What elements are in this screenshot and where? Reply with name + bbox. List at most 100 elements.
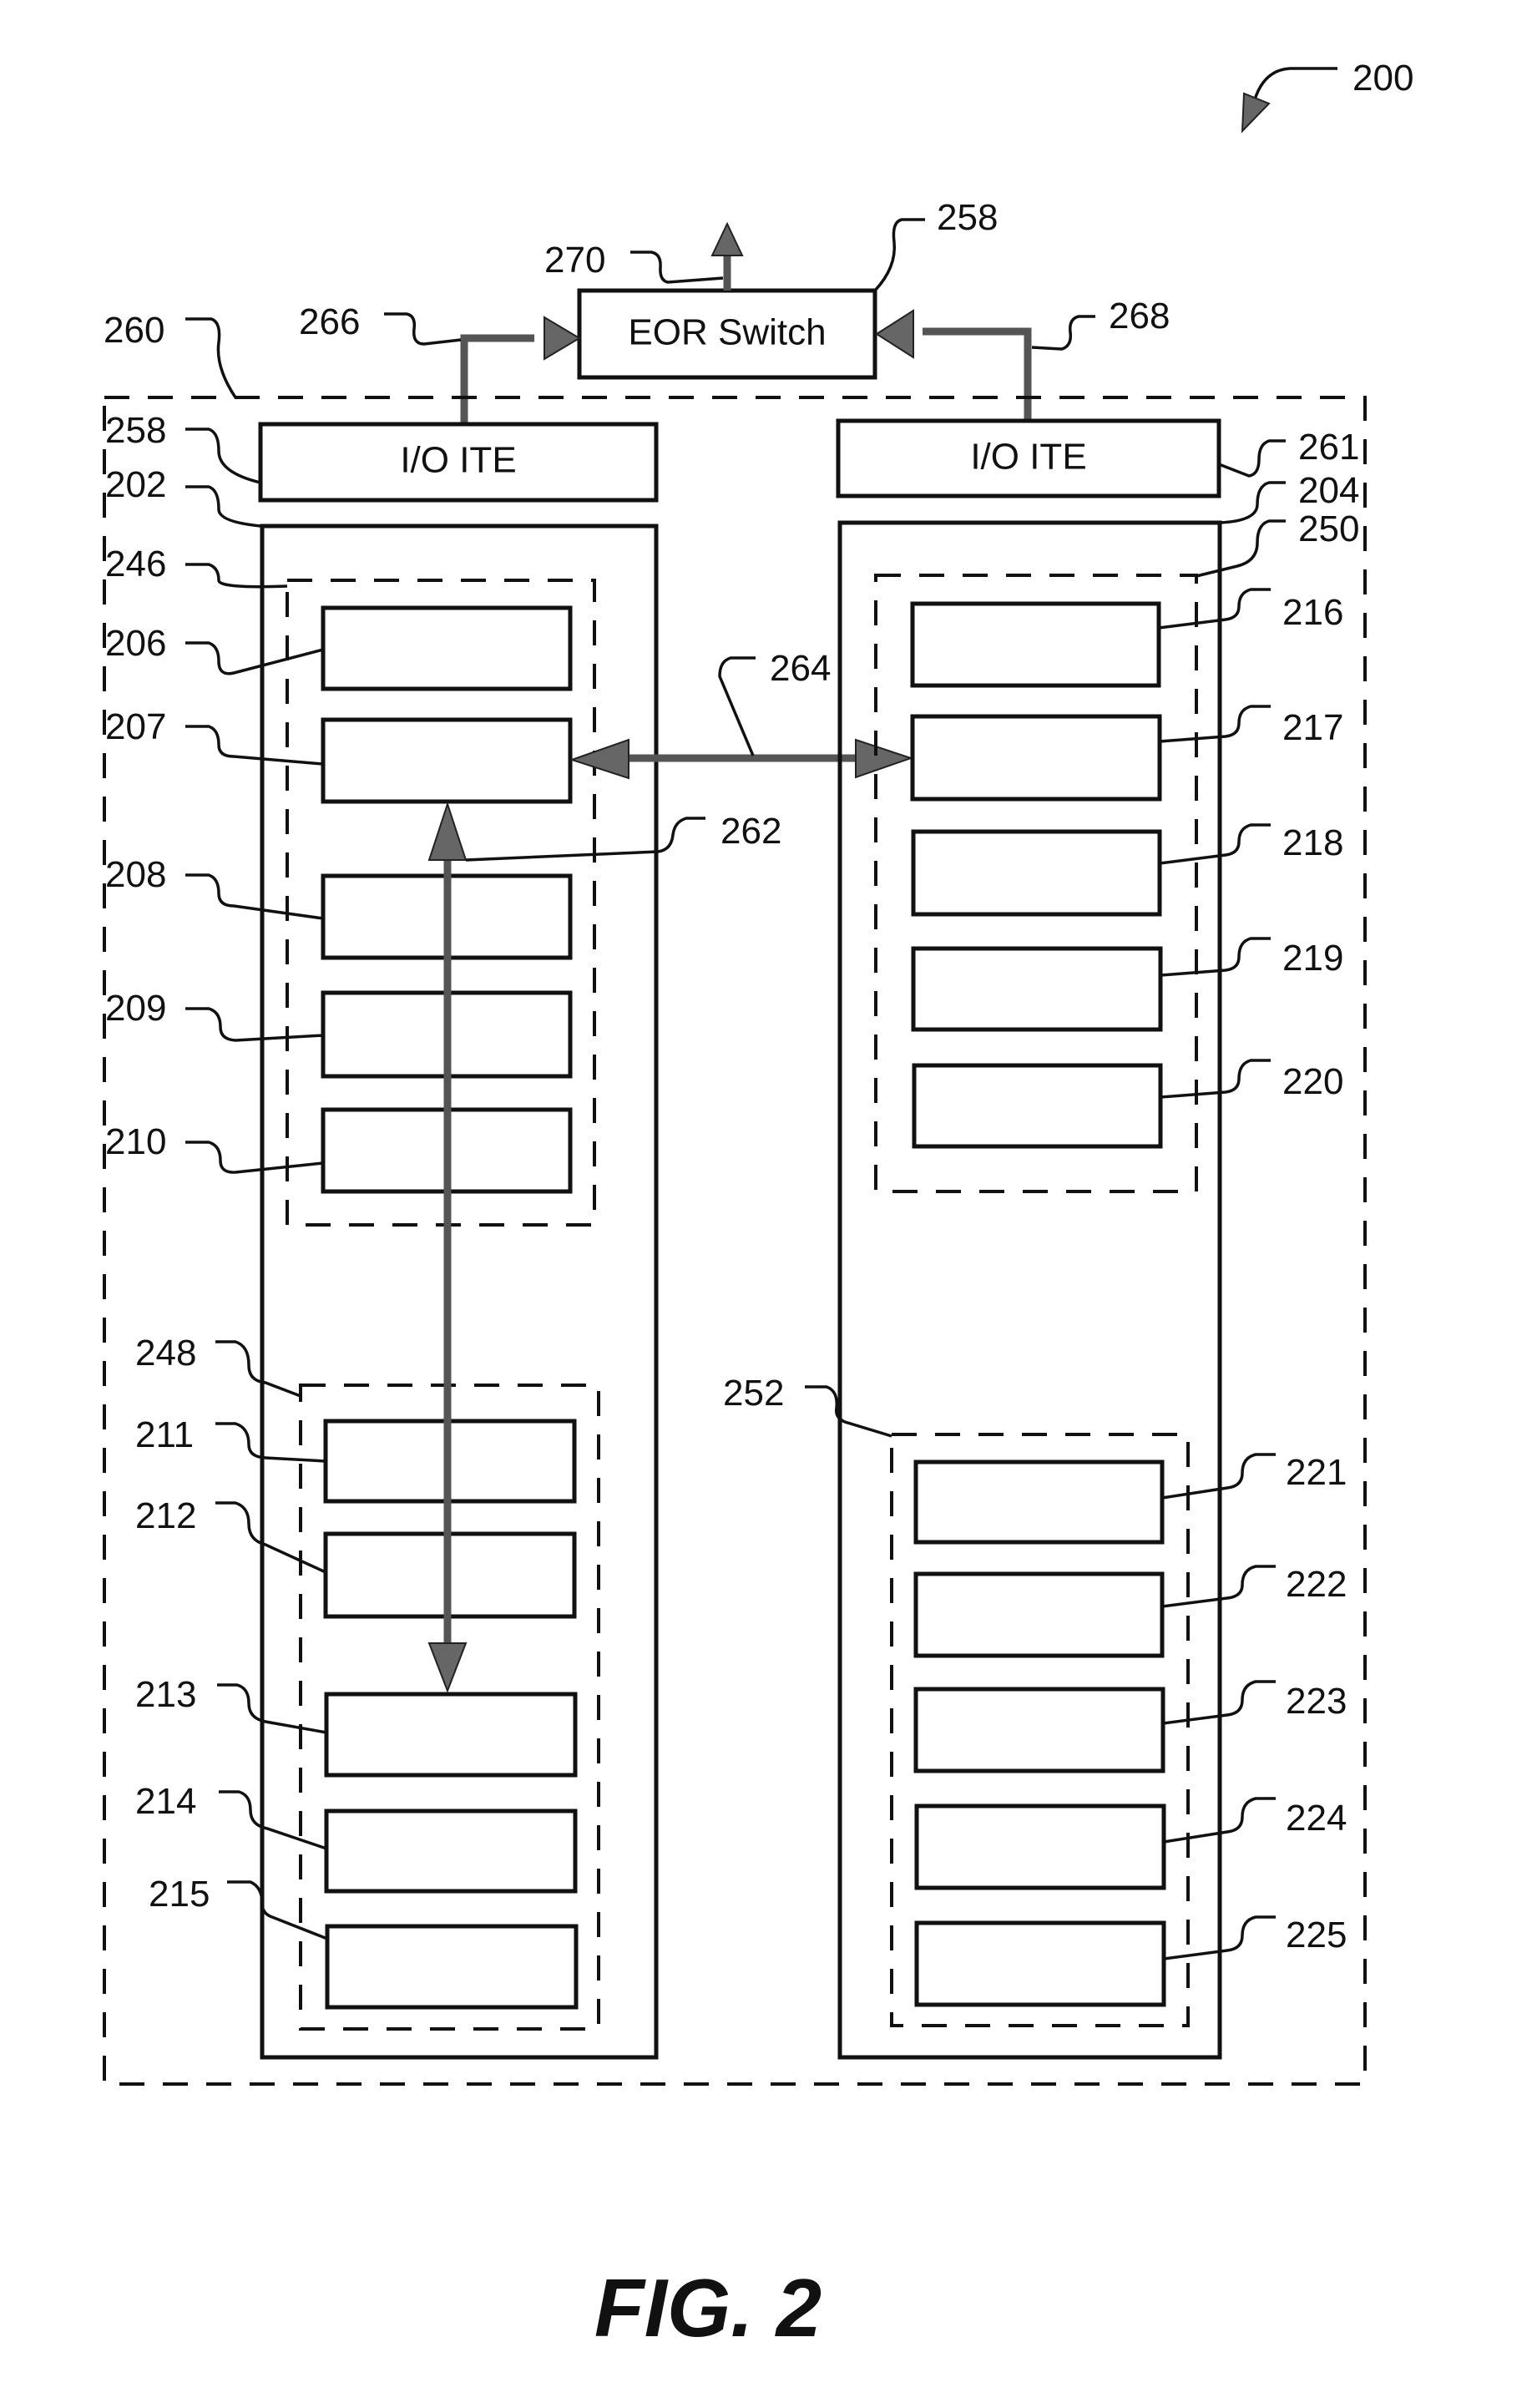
unit-223[interactable] bbox=[913, 1687, 1165, 1773]
unit-216-ref: 216 bbox=[1282, 592, 1343, 633]
unit-219-ref: 219 bbox=[1282, 938, 1343, 979]
unit-218[interactable] bbox=[911, 829, 1162, 917]
eor-switch-label: EOR Switch bbox=[628, 312, 826, 353]
patent-figure-canvas: 200 EOR Switch 258 270 266 268 260 I/O I… bbox=[103, 58, 1413, 2354]
right-group-250-ref: 250 bbox=[1298, 508, 1359, 549]
unit-216-leader bbox=[1158, 588, 1271, 630]
unit-214-ref: 214 bbox=[135, 1781, 196, 1822]
right-io-ite-ref: 261 bbox=[1298, 427, 1359, 468]
eor-switch[interactable]: EOR Switch bbox=[577, 288, 877, 380]
unit-207-leader bbox=[185, 725, 324, 766]
unit-210-ref: 210 bbox=[105, 1121, 166, 1162]
left-group-246-ref: 246 bbox=[105, 544, 166, 584]
uplink-ref-leader bbox=[630, 250, 724, 284]
unit-222[interactable] bbox=[913, 1571, 1165, 1658]
unit-209-ref: 209 bbox=[105, 988, 166, 1029]
unit-224[interactable] bbox=[914, 1803, 1166, 1890]
figure-ref-label: 200 bbox=[1352, 58, 1413, 99]
inter-rack-arrow-left-icon bbox=[569, 738, 629, 780]
left-group-248-ref-leader bbox=[215, 1340, 301, 1398]
left-uplink-ref-leader bbox=[384, 312, 462, 346]
container-ref-leader bbox=[185, 317, 237, 398]
figure-ref-arrow-icon bbox=[1241, 92, 1271, 134]
unit-211-leader bbox=[215, 1422, 326, 1463]
unit-215-leader bbox=[227, 1880, 328, 1940]
eor-switch-ref: 258 bbox=[937, 197, 998, 238]
intra-rack-ref: 262 bbox=[720, 811, 781, 852]
unit-208-leader bbox=[185, 873, 324, 920]
left-rack: I/O ITE 258 202 246 206 207 208 209 210 … bbox=[105, 410, 659, 2060]
unit-220[interactable] bbox=[912, 1063, 1163, 1149]
left-io-ite-label: I/O ITE bbox=[400, 440, 516, 481]
left-uplink-arrow-icon bbox=[544, 316, 581, 361]
left-io-ite-ref: 258 bbox=[105, 410, 166, 451]
inter-rack-ref-leader bbox=[718, 656, 756, 756]
right-uplink-arrow-icon bbox=[875, 309, 914, 359]
unit-225-ref: 225 bbox=[1286, 1915, 1347, 1955]
unit-219-leader bbox=[1160, 937, 1271, 977]
unit-213-ref: 213 bbox=[135, 1674, 196, 1715]
uplink-ref: 270 bbox=[544, 240, 605, 281]
left-rack-ref: 202 bbox=[105, 464, 166, 505]
unit-212-leader bbox=[215, 1501, 326, 1574]
figure-caption: FIG. 2 bbox=[594, 2262, 822, 2354]
unit-215-ref: 215 bbox=[149, 1874, 210, 1915]
unit-221[interactable] bbox=[913, 1459, 1165, 1545]
figure-ref-200: 200 bbox=[1241, 58, 1413, 134]
right-uplink-arrow-shaft bbox=[923, 327, 1032, 421]
right-rack-ref: 204 bbox=[1298, 470, 1359, 511]
unit-225[interactable] bbox=[914, 1920, 1166, 2007]
inter-rack-arrow-right-icon bbox=[855, 738, 914, 779]
unit-220-leader bbox=[1160, 1059, 1271, 1099]
container-ref: 260 bbox=[104, 310, 164, 351]
unit-206-leader bbox=[185, 641, 324, 675]
unit-213-leader bbox=[217, 1683, 327, 1734]
unit-214-leader bbox=[219, 1790, 327, 1850]
unit-218-ref: 218 bbox=[1282, 822, 1343, 863]
unit-212-ref: 212 bbox=[135, 1495, 196, 1536]
unit-219[interactable] bbox=[911, 946, 1163, 1032]
unit-211-ref: 211 bbox=[135, 1414, 194, 1455]
unit-208-ref: 208 bbox=[105, 854, 166, 895]
left-io-ite-ref-leader bbox=[185, 427, 261, 484]
left-group-248-ref: 248 bbox=[135, 1333, 196, 1373]
unit-215[interactable] bbox=[325, 1924, 579, 2010]
left-uplink-ref: 266 bbox=[299, 301, 360, 342]
unit-217-leader bbox=[1159, 705, 1271, 743]
unit-218-leader bbox=[1159, 823, 1271, 865]
right-uplink-ref: 268 bbox=[1109, 296, 1170, 336]
unit-209-leader bbox=[185, 1007, 324, 1042]
unit-207[interactable] bbox=[321, 717, 573, 804]
inter-rack-ref: 264 bbox=[770, 648, 831, 689]
unit-216[interactable] bbox=[910, 601, 1161, 688]
intra-rack-arrow-up-icon bbox=[427, 801, 468, 861]
right-group-252-ref: 252 bbox=[723, 1373, 784, 1414]
left-uplink-arrow-shaft bbox=[460, 334, 534, 424]
container-260 bbox=[103, 396, 1367, 2086]
right-rack-ref-leader bbox=[1219, 481, 1286, 524]
right-uplink-ref-leader bbox=[1031, 315, 1095, 351]
left-rack-ref-leader bbox=[185, 485, 261, 528]
unit-214[interactable] bbox=[324, 1809, 578, 1894]
right-group-250-ref-leader bbox=[1196, 519, 1286, 578]
unit-210-leader bbox=[185, 1141, 324, 1174]
eor-switch-ref-leader bbox=[873, 218, 925, 292]
unit-213[interactable] bbox=[324, 1692, 578, 1778]
unit-217-ref: 217 bbox=[1282, 707, 1343, 748]
left-group-246-ref-leader bbox=[185, 563, 288, 589]
right-io-ite-label: I/O ITE bbox=[970, 437, 1086, 478]
uplink-arrow-icon bbox=[710, 221, 744, 256]
unit-207-ref: 207 bbox=[105, 706, 166, 747]
unit-206[interactable] bbox=[321, 605, 573, 691]
unit-222-ref: 222 bbox=[1286, 1564, 1347, 1605]
unit-206-ref: 206 bbox=[105, 623, 166, 664]
right-group-252-ref-leader bbox=[805, 1385, 892, 1438]
unit-221-ref: 221 bbox=[1286, 1452, 1347, 1493]
unit-220-ref: 220 bbox=[1282, 1061, 1343, 1102]
intra-rack-arrow-down-icon bbox=[427, 1642, 468, 1693]
unit-224-ref: 224 bbox=[1286, 1798, 1347, 1839]
unit-223-ref: 223 bbox=[1286, 1681, 1347, 1722]
right-io-ite-ref-leader bbox=[1218, 439, 1286, 478]
intra-rack-ref-leader bbox=[465, 817, 705, 862]
unit-217[interactable] bbox=[910, 714, 1162, 802]
